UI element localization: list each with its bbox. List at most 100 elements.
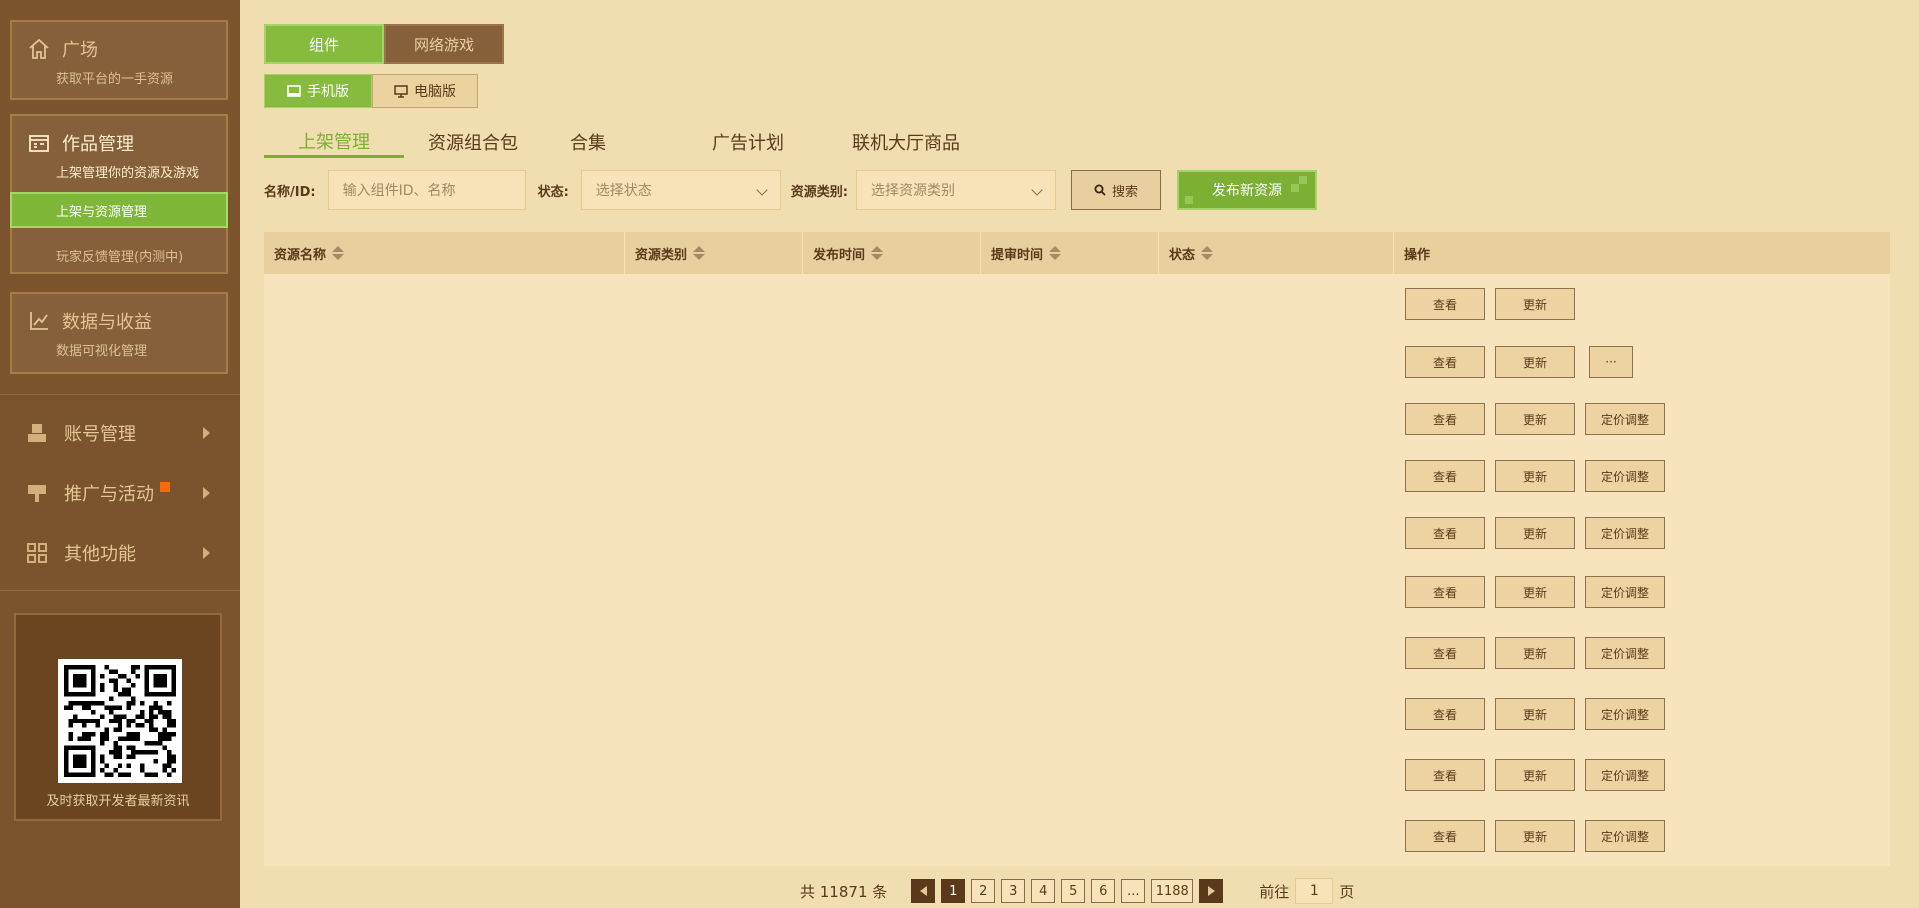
next-page-button[interactable] xyxy=(1199,879,1224,903)
tab-label: 电脑版 xyxy=(414,84,456,100)
sidebar-card-title: 数据与收益 xyxy=(62,312,152,333)
management-tabs: 上架管理 资源组合包 合集 广告计划 联机大厅商品 xyxy=(264,126,960,160)
column-header-review-time[interactable]: 提审时间 xyxy=(981,232,1159,274)
sidebar-card-title: 作品管理 xyxy=(62,134,134,155)
update-button[interactable]: 更新 xyxy=(1495,460,1575,492)
table-row: 查看 更新 定价调整 xyxy=(1405,517,1675,549)
tab-pc[interactable]: 电脑版 xyxy=(372,74,478,108)
tab-mobile[interactable]: 手机版 xyxy=(264,74,372,108)
page-list: 1 2 3 4 5 6... 1188 xyxy=(941,879,1199,903)
tab-ad-plan[interactable]: 广告计划 xyxy=(712,126,836,158)
sidebar-card-square[interactable]: 广场 获取平台的一手资源 xyxy=(10,20,228,100)
page-number[interactable]: 2 xyxy=(971,879,996,903)
caret-right-icon xyxy=(1207,886,1215,896)
status-select[interactable]: 选择状态 xyxy=(580,170,781,210)
view-button[interactable]: 查看 xyxy=(1405,637,1485,669)
column-header-label: 资源名称 xyxy=(274,247,327,263)
sidebar-card-data[interactable]: 数据与收益 数据可视化管理 xyxy=(10,292,228,374)
search-button-label: 搜索 xyxy=(1111,184,1138,200)
folder-icon xyxy=(26,130,52,156)
prev-page-button[interactable] xyxy=(911,879,936,903)
caret-right-icon xyxy=(203,547,210,559)
view-button[interactable]: 查看 xyxy=(1405,820,1485,852)
price-adjust-button[interactable]: 定价调整 xyxy=(1585,460,1665,492)
table-header: 资源名称 资源类别 发布时间 提审时间 状态 操作 xyxy=(264,232,1890,274)
tab-bundle[interactable]: 资源组合包 xyxy=(428,126,548,158)
column-header-status[interactable]: 状态 xyxy=(1159,232,1394,274)
pagination: 共 11871 条 1 2 3 4 5 6... 1188 前往 1 页 xyxy=(800,878,1354,904)
sort-icon xyxy=(871,246,884,260)
update-button[interactable]: 更新 xyxy=(1495,820,1575,852)
sidebar-card-subtitle: 数据可视化管理 xyxy=(56,344,148,359)
account-icon xyxy=(24,420,50,446)
more-button[interactable]: ··· xyxy=(1589,346,1633,378)
view-button[interactable]: 查看 xyxy=(1405,517,1485,549)
view-button[interactable]: 查看 xyxy=(1405,460,1485,492)
resource-type-select[interactable]: 选择资源类别 xyxy=(855,170,1056,210)
goto-page-input[interactable]: 1 xyxy=(1295,878,1334,904)
update-button[interactable]: 更新 xyxy=(1495,698,1575,730)
view-button[interactable]: 查看 xyxy=(1405,288,1485,320)
update-button[interactable]: 更新 xyxy=(1495,759,1575,791)
monitor-icon xyxy=(394,84,408,98)
update-button[interactable]: 更新 xyxy=(1495,517,1575,549)
sidebar-card-works[interactable]: 作品管理 上架管理你的资源及游戏 上架与资源管理 玩家反馈管理(内测中) xyxy=(10,114,228,274)
page-number[interactable]: 1 xyxy=(941,879,966,903)
name-search-input[interactable]: 输入组件ID、名称 xyxy=(327,170,526,210)
main-content: 组件 网络游戏 手机版 电脑版 上架管理 资源组合包 合集 广告计划 联机大厅商… xyxy=(264,0,1894,908)
tab-collection[interactable]: 合集 xyxy=(570,126,688,158)
sidebar-card-subtitle: 获取平台的一手资源 xyxy=(56,72,174,87)
view-button[interactable]: 查看 xyxy=(1405,759,1485,791)
publish-resource-button[interactable]: 发布新资源 xyxy=(1176,170,1317,210)
tab-online-game[interactable]: 网络游戏 xyxy=(384,24,504,64)
page-number[interactable]: 4 xyxy=(1031,879,1056,903)
pixel-decoration xyxy=(1184,196,1193,204)
column-header-publish-time[interactable]: 发布时间 xyxy=(803,232,981,274)
update-button[interactable]: 更新 xyxy=(1495,576,1575,608)
column-header-name[interactable]: 资源名称 xyxy=(264,232,625,274)
update-button[interactable]: 更新 xyxy=(1495,288,1575,320)
page-ellipsis[interactable]: ... xyxy=(1121,879,1146,903)
sidebar-item-account[interactable]: 账号管理 xyxy=(0,413,240,453)
qr-panel: 及时获取开发者最新资讯 xyxy=(14,613,222,821)
tab-lobby-goods[interactable]: 联机大厅商品 xyxy=(852,126,960,158)
table-row: 查看 更新 定价调整 xyxy=(1405,460,1675,492)
sidebar-subitem-feedback[interactable]: 玩家反馈管理(内测中) xyxy=(56,246,183,265)
column-header-actions: 操作 xyxy=(1394,232,1890,274)
view-button[interactable]: 查看 xyxy=(1405,698,1485,730)
update-button[interactable]: 更新 xyxy=(1495,346,1575,378)
qr-caption: 及时获取开发者最新资讯 xyxy=(46,794,190,809)
sidebar-item-promotion[interactable]: 推广与活动 xyxy=(0,473,240,513)
table-row: 查看 更新 定价调整 xyxy=(1405,576,1675,608)
price-adjust-button[interactable]: 定价调整 xyxy=(1585,517,1665,549)
price-adjust-button[interactable]: 定价调整 xyxy=(1585,698,1665,730)
view-button[interactable]: 查看 xyxy=(1405,346,1485,378)
page-number[interactable]: 5 xyxy=(1061,879,1086,903)
caret-right-icon xyxy=(203,487,210,499)
sidebar-item-other[interactable]: 其他功能 xyxy=(0,533,240,573)
price-adjust-button[interactable]: 定价调整 xyxy=(1585,403,1665,435)
tab-component[interactable]: 组件 xyxy=(264,24,384,64)
update-button[interactable]: 更新 xyxy=(1495,637,1575,669)
column-header-label: 操作 xyxy=(1404,247,1431,263)
view-button[interactable]: 查看 xyxy=(1405,403,1485,435)
table-row: 查看 更新 定价调整 xyxy=(1405,820,1675,852)
page-number[interactable]: 1188 xyxy=(1151,879,1194,903)
update-button[interactable]: 更新 xyxy=(1495,403,1575,435)
price-adjust-button[interactable]: 定价调整 xyxy=(1585,576,1665,608)
page-number[interactable]: 6 xyxy=(1091,879,1116,903)
view-button[interactable]: 查看 xyxy=(1405,576,1485,608)
page-number[interactable]: 3 xyxy=(1001,879,1026,903)
caret-left-icon xyxy=(919,886,927,896)
tablet-icon xyxy=(287,85,301,97)
column-header-type[interactable]: 资源类别 xyxy=(625,232,803,274)
price-adjust-button[interactable]: 定价调整 xyxy=(1585,820,1665,852)
qr-code-image xyxy=(58,659,182,783)
goto-prefix: 前往 xyxy=(1259,882,1290,901)
price-adjust-button[interactable]: 定价调整 xyxy=(1585,637,1665,669)
sidebar-divider xyxy=(0,590,240,591)
search-button[interactable]: 搜索 xyxy=(1070,170,1161,210)
price-adjust-button[interactable]: 定价调整 xyxy=(1585,759,1665,791)
sidebar-subitem-listing[interactable]: 上架与资源管理 xyxy=(10,192,228,228)
tab-listing[interactable]: 上架管理 xyxy=(264,126,404,158)
